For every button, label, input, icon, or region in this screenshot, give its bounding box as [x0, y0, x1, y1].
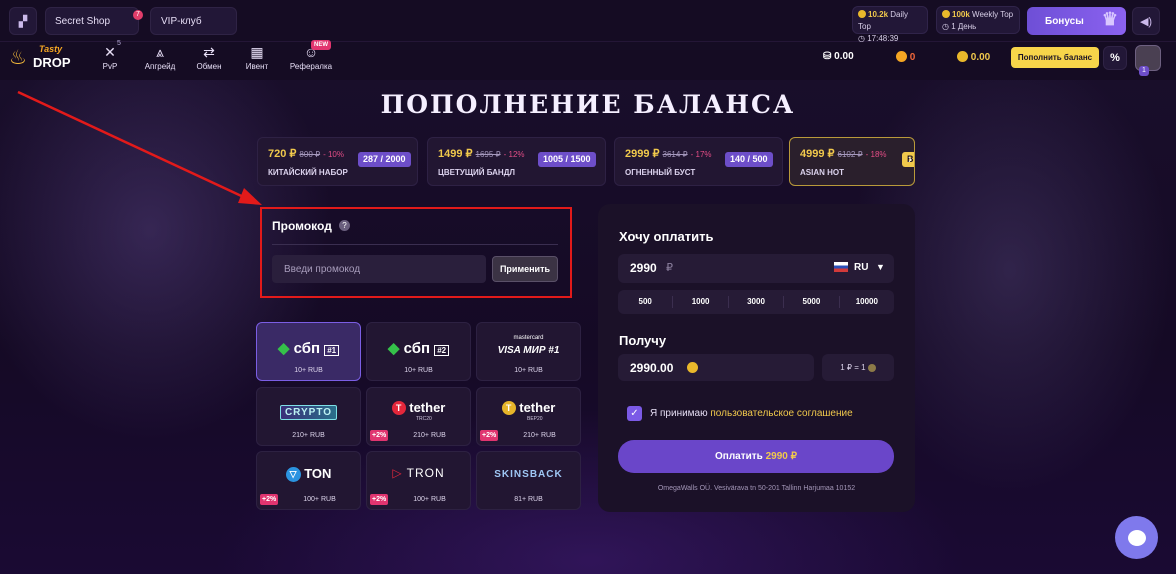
method-min: 10+ RUB	[514, 367, 543, 374]
sbp-logo: ◆ сбп #1	[257, 339, 360, 357]
sbp-flag-icon: ◆	[277, 340, 290, 357]
tether-gold-icon: T	[501, 401, 516, 415]
pay-button-label: Оплатить	[715, 451, 763, 462]
tether-logo: T tether	[477, 400, 580, 415]
tether-logo: T tether	[367, 400, 470, 415]
method-network: BEP20	[527, 416, 543, 422]
sbp-flag-icon: ◆	[387, 340, 400, 357]
chat-icon	[1127, 529, 1146, 546]
method-logo-text: сбп	[403, 340, 431, 357]
agree-prefix: Я принимаю	[650, 408, 708, 419]
skinsback-logo: SKINSBACK	[494, 469, 563, 480]
promo-code-input[interactable]	[272, 255, 486, 283]
pay-button-amount: 2990 ₽	[765, 451, 797, 462]
annotation-arrow	[17, 90, 262, 205]
method-bonus-badge: +2%	[370, 494, 389, 505]
preset-5000[interactable]: 5000	[784, 296, 840, 308]
method-min: 210+ RUB	[523, 432, 556, 439]
visa-mir-logo: VISA МИР #1	[477, 345, 580, 356]
rate-text: 1 ₽ = 1	[840, 363, 866, 372]
method-logo-text: tether	[409, 400, 446, 415]
currency-select[interactable]: RU	[854, 262, 868, 273]
method-sbp-2[interactable]: ◆ сбп #2 10+ RUB	[366, 322, 471, 381]
tron-logo: ▷ TRON	[367, 466, 470, 480]
method-tether-trc20[interactable]: T tether TRC20 +2% 210+ RUB	[366, 387, 471, 446]
ton-logo: ▽ TON	[257, 466, 360, 482]
chevron-down-icon[interactable]: ▼	[876, 262, 885, 272]
method-logo-text: сбп	[293, 340, 321, 357]
receive-label: Получу	[619, 333, 667, 348]
promo-title: Промокод	[272, 219, 332, 233]
method-sbp-1[interactable]: ◆ сбп #1 10+ RUB	[256, 322, 361, 381]
method-min: 100+ RUB	[413, 496, 446, 503]
preset-1000[interactable]: 1000	[673, 296, 729, 308]
exchange-rate: 1 ₽ = 1	[822, 354, 894, 381]
method-logo-text: CRYPTO	[279, 405, 338, 420]
method-logo-text: TRON	[406, 466, 445, 480]
method-network: TRC20	[416, 416, 432, 422]
chat-button[interactable]	[1115, 516, 1158, 559]
tron-icon: ▷	[392, 466, 403, 480]
ru-flag-icon	[834, 262, 848, 272]
method-min: 10+ RUB	[404, 367, 433, 374]
preset-3000[interactable]: 3000	[729, 296, 785, 308]
pay-button[interactable]: Оплатить 2990 ₽	[618, 440, 894, 473]
pay-amount-field[interactable]: 2990 ₽ RU ▼	[618, 254, 894, 283]
method-min: 100+ RUB	[303, 496, 336, 503]
method-crypto[interactable]: CRYPTO 210+ RUB	[256, 387, 361, 446]
agree-checkbox[interactable]: ✓	[627, 406, 642, 421]
promo-apply-button[interactable]: Применить	[492, 256, 558, 282]
rate-coin-icon	[867, 363, 876, 372]
sbp-logo: ◆ сбп #2	[367, 339, 470, 357]
agree-text: Я принимаю пользовательское соглашение	[650, 408, 853, 419]
legal-footer: OmegaWalls OÜ. Vesivärava tn 50-201 Tall…	[657, 485, 856, 492]
promo-apply-label: Применить	[499, 264, 551, 274]
terms-link[interactable]: пользовательское соглашение	[710, 408, 852, 419]
receive-amount-field: 2990.00	[618, 354, 814, 381]
method-logo-text: VISA МИР	[497, 345, 546, 356]
pay-label: Хочу оплатить	[619, 229, 714, 244]
method-tether-bep20[interactable]: T tether BEP20 +2% 210+ RUB	[476, 387, 581, 446]
method-min: 10+ RUB	[294, 367, 323, 374]
method-logo-text: tether	[519, 400, 556, 415]
method-tron[interactable]: ▷ TRON +2% 100+ RUB	[366, 451, 471, 510]
preset-500[interactable]: 500	[618, 296, 674, 308]
method-tag: #1	[548, 345, 560, 356]
receive-coin-icon	[687, 362, 698, 373]
ton-icon: ▽	[285, 467, 301, 482]
method-min: 210+ RUB	[292, 432, 325, 439]
method-bonus-badge: +2%	[260, 494, 279, 505]
method-tag: #2	[434, 345, 450, 356]
method-ton[interactable]: ▽ TON +2% 100+ RUB	[256, 451, 361, 510]
pay-amount-value: 2990	[630, 261, 657, 275]
preset-10000[interactable]: 10000	[840, 296, 894, 308]
method-logo-text: TON	[304, 466, 332, 481]
amount-presets: 500 1000 3000 5000 10000	[618, 290, 894, 314]
method-cards[interactable]: mastercard VISA МИР #1 10+ RUB	[476, 322, 581, 381]
method-bonus-badge: +2%	[480, 430, 499, 441]
receive-amount-value: 2990.00	[630, 361, 674, 375]
method-min: 81+ RUB	[514, 496, 543, 503]
promo-divider	[272, 244, 558, 245]
method-skinsback[interactable]: SKINSBACK 81+ RUB	[476, 451, 581, 510]
method-bonus-badge: +2%	[370, 430, 389, 441]
pay-currency-symbol: ₽	[666, 262, 673, 274]
method-min: 210+ RUB	[413, 432, 446, 439]
promo-help-icon[interactable]: ?	[339, 220, 350, 231]
mastercard-logo: mastercard	[513, 335, 544, 341]
crypto-logo: CRYPTO	[257, 402, 360, 420]
tether-red-icon: T	[391, 401, 406, 415]
method-tag: #1	[324, 345, 340, 356]
